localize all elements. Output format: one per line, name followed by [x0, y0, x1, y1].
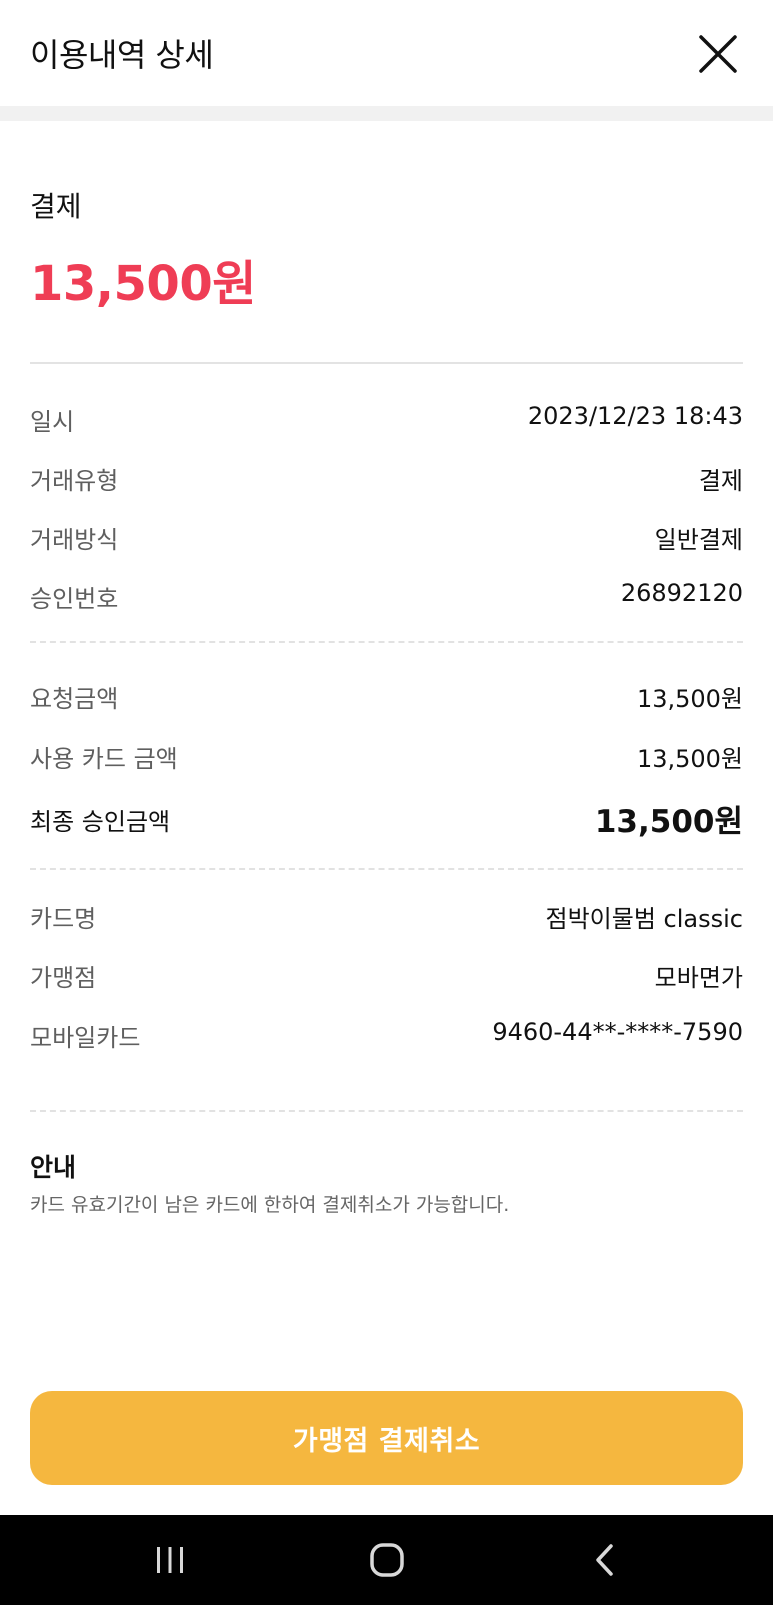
detail-row-merchant: 가맹점 모바면가	[30, 958, 743, 992]
detail-value: 13,500원	[636, 745, 743, 773]
system-navigation-bar	[0, 1515, 773, 1605]
notice-text: 카드 유효기간이 남은 카드에 한하여 결제취소가 가능합니다.	[30, 1194, 510, 1216]
detail-row-transaction-method: 거래방식 일반결제	[30, 520, 743, 554]
section-divider	[30, 868, 743, 870]
detail-value: 9460-44**-****-7590	[492, 1018, 743, 1046]
detail-row-card-amount: 사용 카드 금액 13,500원	[30, 739, 743, 773]
close-icon	[699, 35, 737, 73]
detail-row-datetime: 일시 2023/12/23 18:43	[30, 402, 743, 436]
detail-row-requested-amount: 요청금액 13,500원	[30, 679, 743, 713]
detail-row-final-amount: 최종 승인금액 13,500원	[30, 802, 743, 840]
home-button[interactable]	[337, 1515, 437, 1605]
notice-title: 안내	[30, 1153, 77, 1182]
detail-value: 점박이물범 classic	[545, 905, 743, 933]
detail-row-approval-number: 승인번호 26892120	[30, 579, 743, 613]
home-icon	[370, 1543, 404, 1577]
page-title: 이용내역 상세	[30, 36, 214, 74]
section-divider	[30, 641, 743, 643]
detail-value: 일반결제	[654, 526, 743, 554]
detail-row-card-name: 카드명 점박이물범 classic	[30, 899, 743, 933]
summary-amount: 13,500원	[30, 256, 256, 312]
detail-label: 승인번호	[30, 585, 119, 613]
detail-value: 2023/12/23 18:43	[527, 402, 743, 430]
merchant-cancel-payment-button[interactable]: 가맹점 결제취소	[30, 1391, 743, 1485]
close-button[interactable]	[696, 32, 740, 76]
header-divider	[0, 106, 773, 121]
detail-label: 카드명	[30, 905, 97, 933]
final-amount-value: 13,500원	[594, 804, 743, 840]
section-divider	[30, 1110, 743, 1112]
recent-apps-icon	[157, 1547, 183, 1573]
detail-label: 일시	[30, 408, 75, 436]
detail-label: 모바일카드	[30, 1024, 141, 1052]
detail-value: 26892120	[620, 579, 743, 607]
summary-divider	[30, 362, 743, 364]
detail-label: 거래유형	[30, 467, 119, 495]
detail-label: 요청금액	[30, 685, 119, 713]
detail-value: 13,500원	[636, 685, 743, 713]
detail-row-transaction-type: 거래유형 결제	[30, 461, 743, 495]
back-button[interactable]	[555, 1515, 655, 1605]
detail-row-mobile-card: 모바일카드 9460-44**-****-7590	[30, 1018, 743, 1052]
detail-value: 결제	[698, 467, 743, 495]
detail-label: 거래방식	[30, 526, 119, 554]
cancel-button-label: 가맹점 결제취소	[292, 1425, 481, 1457]
detail-label: 가맹점	[30, 964, 97, 992]
back-icon	[596, 1544, 613, 1576]
detail-value: 모바면가	[654, 964, 743, 992]
detail-label: 사용 카드 금액	[30, 745, 178, 773]
summary-label: 결제	[30, 190, 82, 223]
recent-apps-button[interactable]	[120, 1515, 220, 1605]
header: 이용내역 상세	[0, 0, 773, 106]
detail-label: 최종 승인금액	[30, 808, 171, 836]
